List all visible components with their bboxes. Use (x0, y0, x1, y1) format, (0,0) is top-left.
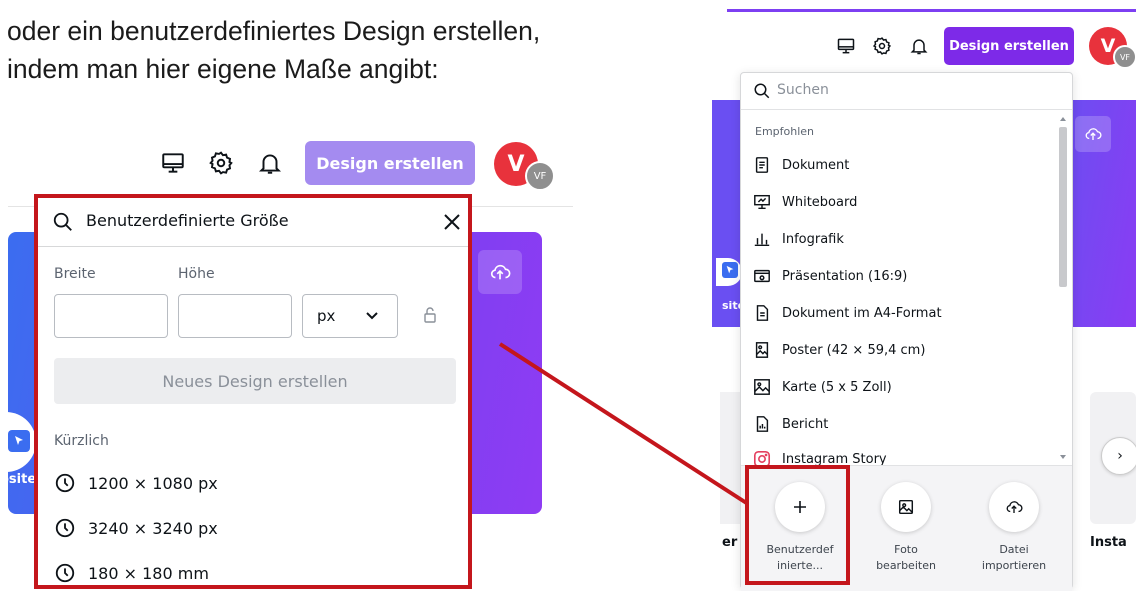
search-input[interactable]: Benutzerdefinierte Größe (86, 211, 289, 230)
menu-item-whiteboard[interactable]: Whiteboard (753, 193, 857, 211)
quick-action-label: Foto (894, 543, 918, 556)
gear-icon[interactable] (872, 36, 892, 56)
quick-action-import-file[interactable]: Datei importieren (969, 482, 1059, 574)
cloud-upload-icon (1085, 128, 1102, 140)
highlight-box (745, 465, 850, 585)
create-design-button[interactable]: Design erstellen (305, 141, 475, 185)
width-label: Breite (54, 266, 96, 282)
close-icon[interactable] (442, 212, 462, 232)
cursor-icon (8, 430, 30, 452)
upload-cloud-button[interactable] (478, 250, 522, 294)
card-icon (754, 379, 770, 395)
height-input[interactable] (178, 294, 292, 338)
menu-item-karte[interactable]: Karte (5 x 5 Zoll) (753, 378, 892, 396)
caption-line-2: indem man hier eigene Maße angibt: (7, 54, 439, 84)
caption: oder ein benutzerdefiniertes Design erst… (0, 12, 697, 88)
bell-icon[interactable] (257, 150, 283, 176)
search-icon (754, 83, 770, 99)
search-input[interactable]: Suchen (777, 82, 829, 98)
upload-cloud-button[interactable] (1075, 116, 1111, 152)
recent-title: Kürzlich (54, 433, 109, 449)
scrollbar[interactable] (1057, 113, 1069, 463)
menu-item-label: Bericht (782, 416, 829, 432)
clock-icon (55, 563, 75, 583)
quick-action-label: bearbeiten (876, 559, 936, 572)
template-card[interactable] (720, 392, 742, 524)
menu-item-label: Poster (42 × 59,4 cm) (782, 342, 926, 358)
unit-select[interactable]: px (302, 294, 398, 338)
recent-item-label: 180 × 180 mm (88, 563, 209, 583)
top-accent-line (727, 9, 1136, 12)
width-input[interactable] (54, 294, 168, 338)
document-icon (755, 157, 769, 173)
menu-item-label: Karte (5 x 5 Zoll) (782, 379, 892, 395)
avatar-badge: VF (525, 161, 555, 191)
recent-item-label: 1200 × 1080 px (88, 473, 218, 493)
menu-item-bericht[interactable]: Bericht (753, 415, 828, 433)
photo-button[interactable] (881, 482, 931, 532)
import-button[interactable] (989, 482, 1039, 532)
create-design-button[interactable]: Design erstellen (944, 27, 1074, 65)
infographic-icon (754, 233, 770, 247)
menu-item-poster[interactable]: Poster (42 × 59,4 cm) (753, 341, 925, 359)
recent-item[interactable]: 180 × 180 mm (54, 562, 209, 584)
monitor-icon[interactable] (836, 36, 856, 56)
unit-value: px (317, 307, 336, 325)
menu-item-praesentation[interactable]: Präsentation (16:9) (753, 267, 907, 285)
menu-item-label: Dokument (782, 157, 850, 173)
quick-action-edit-photo[interactable]: Foto bearbeiten (861, 482, 951, 574)
cloud-upload-icon (490, 264, 511, 280)
caption-line-1: oder ein benutzerdefiniertes Design erst… (7, 16, 541, 46)
menu-item-label: Infografik (782, 231, 844, 247)
cursor-icon (722, 262, 738, 278)
banner-background (712, 100, 742, 327)
report-icon (756, 416, 769, 432)
search-icon (53, 212, 72, 231)
custom-size-popup: Benutzerdefinierte Größe Breite Höhe px … (34, 194, 472, 589)
poster-icon (755, 342, 769, 358)
photo-edit-icon (898, 499, 914, 515)
new-design-button[interactable]: Neues Design erstellen (54, 358, 456, 404)
quick-action-label: importieren (981, 559, 1047, 572)
cloud-upload-icon (1006, 501, 1023, 513)
a4-document-icon (756, 305, 769, 321)
height-label: Höhe (178, 266, 215, 282)
menu-item-label: Whiteboard (782, 194, 858, 210)
side-label: osite (0, 472, 37, 487)
section-title: Empfohlen (755, 125, 815, 138)
menu-item-dokument-a4[interactable]: Dokument im A4-Format (753, 304, 942, 322)
chevron-down-icon (366, 312, 378, 320)
lock-icon[interactable] (422, 306, 438, 324)
monitor-icon[interactable] (160, 150, 186, 176)
gear-icon[interactable] (208, 150, 234, 176)
presentation-icon (754, 269, 770, 283)
next-button[interactable]: › (1101, 437, 1136, 475)
menu-item-label: Präsentation (16:9) (782, 268, 908, 284)
whiteboard-icon (754, 194, 770, 210)
avatar-badge: VF (1113, 45, 1136, 69)
recent-item[interactable]: 3240 × 3240 px (54, 517, 218, 539)
menu-item-dokument[interactable]: Dokument (753, 156, 849, 174)
bell-icon[interactable] (909, 36, 929, 56)
card-label: Insta (1090, 535, 1127, 550)
clock-icon (55, 518, 75, 538)
quick-action-label: Datei (999, 543, 1029, 556)
design-search[interactable]: Suchen (741, 73, 1072, 110)
recent-item[interactable]: 1200 × 1080 px (54, 472, 218, 494)
custom-size-search[interactable]: Benutzerdefinierte Größe (38, 198, 468, 247)
clock-icon (55, 473, 75, 493)
menu-item-infografik[interactable]: Infografik (753, 230, 844, 248)
card-label: er (722, 535, 738, 550)
chevron-right-icon: › (1117, 448, 1123, 464)
menu-item-label: Dokument im A4-Format (782, 305, 942, 321)
recent-item-label: 3240 × 3240 px (88, 518, 218, 538)
